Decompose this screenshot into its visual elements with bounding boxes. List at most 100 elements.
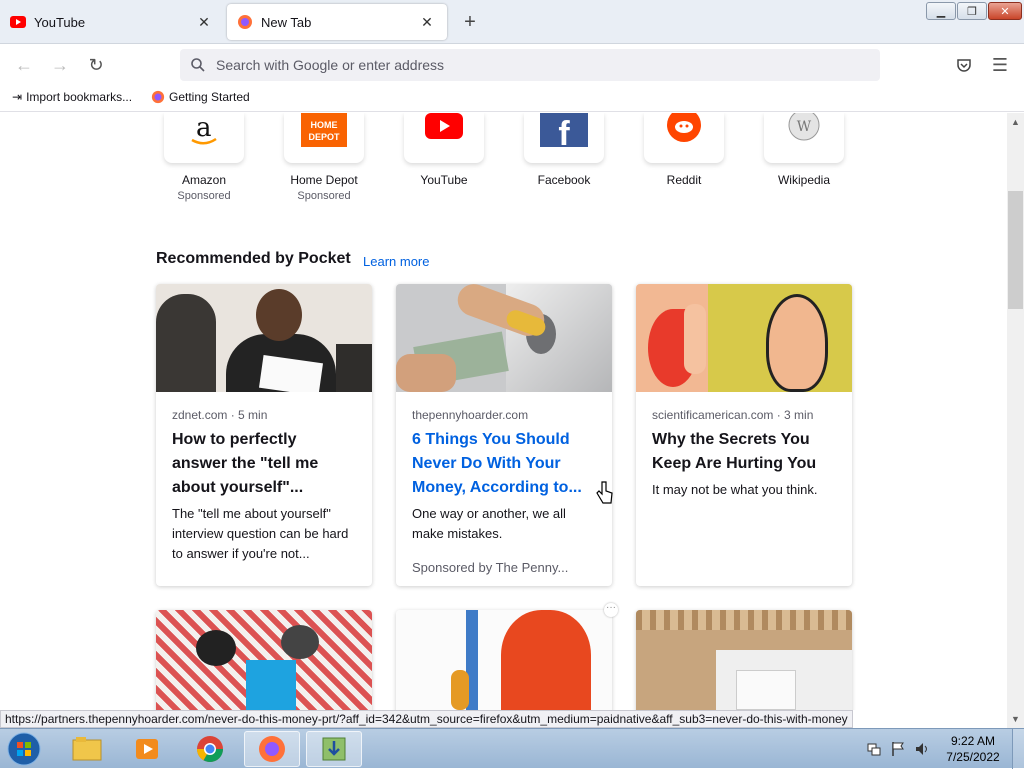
network-icon[interactable]	[866, 741, 882, 757]
taskbar-media-player[interactable]	[120, 731, 176, 767]
clock-time: 9:22 AM	[950, 734, 996, 748]
pocket-icon	[957, 59, 971, 72]
bookmarks-bar: ⇥ Import bookmarks... Getting Started	[0, 86, 1024, 112]
show-desktop-button[interactable]	[1012, 729, 1024, 769]
media-player-icon	[136, 739, 158, 759]
pocket-card[interactable]	[636, 610, 852, 710]
card-options-icon[interactable]: ···	[604, 603, 618, 617]
youtube-icon	[425, 113, 463, 139]
bookmark-getting-started[interactable]: Getting Started	[151, 90, 250, 104]
nav-toolbar: ← → ↻ Search with Google or enter addres…	[0, 44, 1024, 86]
top-site-home-depot[interactable]: HOME DEPOT Home Depot Sponsored	[264, 113, 384, 202]
firefox-icon	[238, 15, 252, 29]
reload-icon: ↻	[88, 54, 104, 75]
card-image	[156, 284, 372, 392]
bookmark-label: Import bookmarks...	[26, 90, 133, 104]
svg-text:HOME: HOME	[311, 120, 338, 130]
minimize-icon: ▁	[936, 5, 946, 18]
bookmark-import[interactable]: ⇥ Import bookmarks...	[12, 90, 132, 104]
back-arrow-icon: ←	[15, 54, 33, 75]
home-depot-icon: HOME DEPOT	[301, 113, 347, 147]
learn-more-link[interactable]: Learn more	[363, 254, 429, 269]
tab-youtube[interactable]: YouTube ✕	[0, 4, 224, 40]
top-site-tile: a	[164, 113, 244, 163]
svg-text:W: W	[797, 119, 812, 135]
pocket-card[interactable]	[156, 610, 372, 710]
hamburger-icon: ☰	[991, 54, 1009, 75]
svg-text:DEPOT: DEPOT	[308, 132, 340, 142]
svg-text:f: f	[558, 115, 570, 147]
reload-button[interactable]: ↻	[83, 52, 109, 78]
top-site-sponsor: Sponsored	[297, 190, 351, 202]
chrome-icon	[196, 736, 224, 763]
card-image	[636, 610, 852, 710]
tab-label: YouTube	[34, 14, 86, 30]
start-button[interactable]	[4, 730, 44, 768]
card-image	[156, 610, 372, 710]
close-tab-icon[interactable]: ✕	[194, 12, 214, 32]
windows-start-icon	[7, 732, 41, 766]
close-window-button[interactable]: ✕	[988, 2, 1022, 20]
minimize-button[interactable]: ▁	[926, 2, 956, 20]
link-status-bar: https://partners.thepennyhoarder.com/nev…	[0, 710, 853, 728]
tab-strip: YouTube ✕ New Tab ✕ + ▁ ❐ ✕	[0, 0, 1024, 44]
pocket-card[interactable]: thepennyhoarder.com 6 Things You Should …	[396, 284, 612, 586]
top-site-youtube[interactable]: YouTube	[384, 113, 504, 187]
scroll-up-icon[interactable]: ▲	[1007, 115, 1024, 129]
svg-text:a: a	[196, 113, 212, 143]
top-site-reddit[interactable]: Reddit	[624, 113, 744, 187]
facebook-icon: f	[540, 113, 588, 147]
bookmark-label: Getting Started	[169, 90, 250, 104]
back-button[interactable]: ←	[11, 52, 37, 78]
system-clock[interactable]: 9:22 AM 7/25/2022	[940, 733, 1006, 765]
volume-icon[interactable]	[914, 741, 930, 757]
vertical-scrollbar[interactable]: ▲ ▼	[1007, 113, 1024, 728]
downloader-icon	[322, 737, 346, 761]
pocket-button[interactable]	[951, 52, 977, 78]
top-site-amazon[interactable]: a Amazon Sponsored	[144, 113, 264, 202]
top-site-wikipedia[interactable]: W Wikipedia	[744, 113, 864, 187]
new-tab-button[interactable]: +	[458, 10, 482, 34]
maximize-button[interactable]: ❐	[957, 2, 987, 20]
scrollbar-thumb[interactable]	[1008, 191, 1023, 309]
pocket-card[interactable]: zdnet.com · 5 min How to perfectly answe…	[156, 284, 372, 586]
firefox-icon	[151, 90, 165, 104]
top-site-name: Wikipedia	[777, 173, 831, 187]
close-icon: ✕	[1000, 5, 1010, 18]
card-title: 6 Things You Should Never Do With Your M…	[412, 431, 582, 496]
top-site-name: Home Depot	[290, 173, 358, 187]
card-source: scientificamerican.com · 3 min	[652, 408, 814, 422]
hand-cursor-icon	[596, 481, 613, 504]
file-explorer-icon	[72, 737, 102, 761]
menu-button[interactable]: ☰	[987, 52, 1013, 78]
address-bar[interactable]: Search with Google or enter address	[180, 49, 880, 81]
top-site-name: Facebook	[537, 173, 591, 187]
taskbar-firefox[interactable]	[244, 731, 300, 767]
top-site-tile	[644, 113, 724, 163]
card-image	[396, 284, 612, 392]
card-image	[636, 284, 852, 392]
taskbar-file-explorer[interactable]	[59, 731, 115, 767]
taskbar-chrome[interactable]	[182, 731, 238, 767]
card-sponsored-label: Sponsored by The Penny...	[412, 560, 569, 575]
restore-icon: ❐	[967, 5, 977, 18]
forward-button[interactable]: →	[47, 52, 73, 78]
scroll-down-icon[interactable]: ▼	[1007, 712, 1024, 726]
top-site-facebook[interactable]: f Facebook	[504, 113, 624, 187]
address-placeholder: Search with Google or enter address	[216, 57, 445, 73]
card-excerpt: One way or another, we all make mistakes…	[412, 506, 566, 541]
top-site-name: Amazon	[181, 173, 227, 187]
pocket-heading: Recommended by Pocket	[156, 250, 351, 267]
clock-date: 7/25/2022	[946, 750, 1000, 764]
pocket-card[interactable]	[396, 610, 612, 710]
taskbar: 9:22 AM 7/25/2022	[0, 728, 1024, 769]
pocket-card[interactable]: scientificamerican.com · 3 min Why the S…	[636, 284, 852, 586]
top-site-tile	[404, 113, 484, 163]
firefox-icon	[259, 736, 285, 762]
top-site-sponsor: Sponsored	[177, 190, 231, 202]
tab-new-tab[interactable]: New Tab ✕	[227, 4, 447, 40]
forward-arrow-icon: →	[51, 54, 69, 75]
taskbar-downloader[interactable]	[306, 731, 362, 767]
action-center-flag-icon[interactable]	[890, 741, 906, 757]
close-tab-icon[interactable]: ✕	[417, 12, 437, 32]
